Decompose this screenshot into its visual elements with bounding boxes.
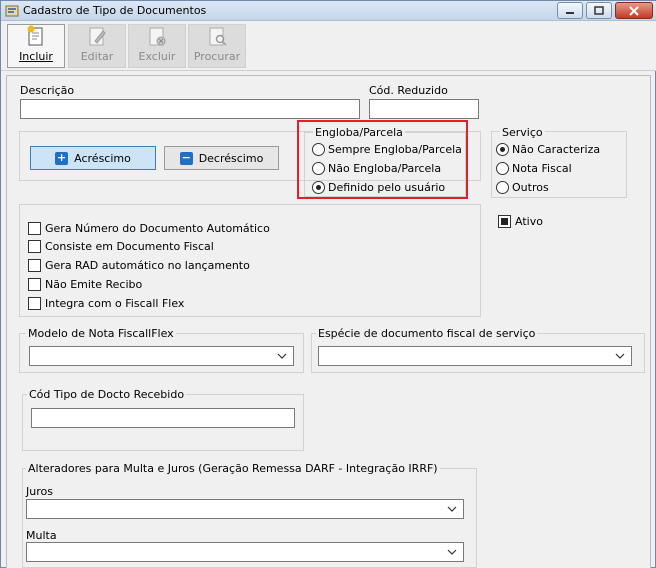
plus-icon: + xyxy=(55,150,69,165)
editar-label: Editar xyxy=(80,50,114,63)
servico-option-0-label: Não Caracteriza xyxy=(512,142,601,156)
maximize-button[interactable] xyxy=(586,2,612,19)
edit-document-icon xyxy=(89,27,106,46)
procurar-button[interactable]: Procurar xyxy=(188,24,246,68)
servico-option-0[interactable]: Não Caracteriza xyxy=(496,142,600,156)
new-document-icon xyxy=(27,25,43,46)
servico-option-2[interactable]: Outros xyxy=(496,180,549,194)
juros-select[interactable] xyxy=(26,499,464,519)
delete-document-icon xyxy=(149,27,166,46)
checkbox-row-1[interactable]: Consiste em Documento Fiscal xyxy=(28,239,214,253)
maximize-icon xyxy=(594,5,604,15)
excluir-button[interactable]: Excluir xyxy=(128,24,186,68)
ativo-check[interactable] xyxy=(498,214,511,228)
alteradores-legend: Alteradores para Multa e Juros (Geração … xyxy=(26,462,440,475)
checkbox-gera-rad[interactable] xyxy=(28,258,41,272)
chevron-down-icon xyxy=(447,549,457,555)
checkbox-row-3[interactable]: Não Emite Recibo xyxy=(28,277,142,291)
minus-icon: − xyxy=(179,150,193,165)
cod-reduzido-input[interactable] xyxy=(369,99,479,119)
servico-option-1-label: Nota Fiscal xyxy=(512,161,572,175)
decrescimo-label: Decréscimo xyxy=(198,151,264,165)
especie-select[interactable] xyxy=(318,346,632,366)
checkbox-row-2[interactable]: Gera RAD automático no lançamento xyxy=(28,258,250,272)
toolbar: Incluir Editar Excluir Procurar xyxy=(1,21,656,71)
search-document-icon xyxy=(209,27,227,46)
minimize-button[interactable] xyxy=(557,2,583,19)
chevron-down-icon xyxy=(277,353,287,359)
checkbox-consiste-documento[interactable] xyxy=(28,239,41,253)
checkbox-label-0: Gera Número do Documento Automático xyxy=(45,221,270,235)
incluir-button[interactable]: Incluir xyxy=(7,24,65,68)
app-icon xyxy=(5,5,19,17)
incluir-label: Incluir xyxy=(19,50,53,63)
ativo-label: Ativo xyxy=(515,214,543,228)
radio-outros[interactable] xyxy=(496,180,509,194)
main-window: Cadastro de Tipo de Documentos Incluir E… xyxy=(0,0,656,568)
checkbox-label-2: Gera RAD automático no lançamento xyxy=(45,258,250,272)
acrescimo-button[interactable]: + Acréscimo xyxy=(30,146,156,170)
form-panel: Descrição Cód. Reduzido + Acréscimo − De… xyxy=(6,75,651,568)
modelo-nota-select[interactable] xyxy=(29,346,294,366)
editar-button[interactable]: Editar xyxy=(68,24,126,68)
acrescimo-label: Acréscimo xyxy=(74,151,131,165)
close-button[interactable] xyxy=(615,2,653,19)
servico-option-2-label: Outros xyxy=(512,180,549,194)
checkbox-integra-fiscall[interactable] xyxy=(28,296,41,310)
modelo-nota-legend: Modelo de Nota FiscallFlex xyxy=(26,327,176,340)
chevron-down-icon xyxy=(447,506,457,512)
checkbox-row-0[interactable]: Gera Número do Documento Automático xyxy=(28,221,270,235)
title-bar: Cadastro de Tipo de Documentos xyxy=(1,1,656,21)
juros-label: Juros xyxy=(26,485,53,498)
cod-tipo-input[interactable] xyxy=(31,408,295,428)
minimize-icon xyxy=(566,11,574,14)
descricao-label: Descrição xyxy=(20,84,75,97)
multa-label: Multa xyxy=(26,529,57,542)
multa-select[interactable] xyxy=(26,542,464,562)
checkbox-nao-emite-recibo[interactable] xyxy=(28,277,41,291)
servico-legend: Serviço xyxy=(500,126,545,139)
decrescimo-button[interactable]: − Decréscimo xyxy=(164,146,279,170)
close-icon xyxy=(629,5,639,16)
procurar-label: Procurar xyxy=(193,50,241,63)
excluir-label: Excluir xyxy=(138,50,176,63)
checkbox-label-1: Consiste em Documento Fiscal xyxy=(45,239,214,253)
radio-nao-caracteriza[interactable] xyxy=(496,142,509,156)
chevron-down-icon xyxy=(615,353,625,359)
cod-reduzido-label: Cód. Reduzido xyxy=(369,84,448,97)
checkbox-label-3: Não Emite Recibo xyxy=(45,277,143,291)
window-title: Cadastro de Tipo de Documentos xyxy=(23,4,207,17)
descricao-input[interactable] xyxy=(20,99,360,119)
ativo-checkbox[interactable]: Ativo xyxy=(498,214,543,228)
cod-tipo-legend: Cód Tipo de Docto Recebido xyxy=(27,388,187,401)
radio-nota-fiscal[interactable] xyxy=(496,161,509,175)
highlight-box xyxy=(297,120,468,199)
especie-legend: Espécie de documento fiscal de serviço xyxy=(316,327,538,340)
checkbox-label-4: Integra com o Fiscall Flex xyxy=(45,296,185,310)
servico-option-1[interactable]: Nota Fiscal xyxy=(496,161,572,175)
checkbox-row-4[interactable]: Integra com o Fiscall Flex xyxy=(28,296,184,310)
checkbox-gera-numero[interactable] xyxy=(28,221,41,235)
